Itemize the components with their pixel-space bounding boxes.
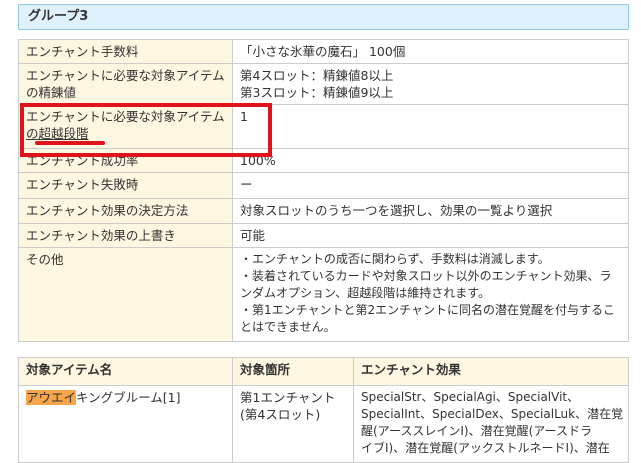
enchant-info-table: エンチャント手数料 「小さな氷華の魔石」 100個 エンチャントに必要な対象アイ… [18, 39, 629, 342]
table-row: エンチャント効果の決定方法 対象スロットのうち一つを選択し、効果の一覧より選択 [18, 198, 629, 224]
item-location-cell: 第1エンチャント (第4スロット) [232, 385, 354, 463]
table-row: エンチャント失敗時 ー [18, 172, 629, 199]
row-value-fee: 「小さな氷華の魔石」 100個 [232, 39, 629, 64]
row-value-other: ・エンチャントの成否に関わらず、手数料は消滅します。 ・装着されているカードや対… [232, 247, 629, 342]
row-label-overwrite: エンチャント効果の上書き [18, 223, 233, 248]
column-header-item-name: 対象アイテム名 [18, 357, 233, 386]
item-name-cell: アウエイキングブルーム[1] [18, 385, 233, 463]
search-highlight: アウエイ [26, 390, 77, 405]
item-name[interactable]: キングブルーム[1] [76, 390, 180, 405]
row-value-failure: ー [232, 172, 629, 199]
table-row: エンチャント手数料 「小さな氷華の魔石」 100個 [18, 39, 629, 64]
annotation-red-underline [35, 141, 105, 145]
item-effects-cell: SpecialStr、SpecialAgi、SpecialVit、 Specia… [353, 385, 629, 463]
row-label-fee: エンチャント手数料 [18, 39, 233, 64]
row-label-failure: エンチャント失敗時 [18, 172, 233, 199]
column-header-location: 対象箇所 [232, 357, 354, 386]
row-value-success: 100% [232, 148, 629, 173]
row-value-refine: 第4スロット：精錬値8以上 第3スロット：精錬値9以上 [232, 63, 629, 105]
transcend-link[interactable]: の超越段階 [26, 125, 226, 142]
row-label-method: エンチャント効果の決定方法 [18, 198, 233, 224]
table-row: エンチャント成功率 100% [18, 148, 629, 173]
row-label-other: その他 [18, 247, 233, 342]
row-value-transcend: 1 [232, 104, 629, 149]
row-value-overwrite: 可能 [232, 223, 629, 248]
table-row: その他 ・エンチャントの成否に関わらず、手数料は消滅します。 ・装着されているカ… [18, 247, 629, 342]
table-row: アウエイキングブルーム[1] 第1エンチャント (第4スロット) Special… [18, 385, 629, 463]
row-value-method: 対象スロットのうち一つを選択し、効果の一覧より選択 [232, 198, 629, 224]
table-row: エンチャントに必要な対象アイテム の超越段階 1 [18, 104, 629, 149]
group-title: グループ3 [18, 4, 629, 30]
row-label-success: エンチャント成功率 [18, 148, 233, 173]
table-row: エンチャントに必要な対象アイテム の精錬値 第4スロット：精錬値8以上 第3スロ… [18, 63, 629, 105]
target-items-table: 対象アイテム名 対象箇所 エンチャント効果 アウエイキングブルーム[1] 第1エ… [18, 357, 629, 463]
table-header-row: 対象アイテム名 対象箇所 エンチャント効果 [18, 357, 629, 386]
table-row: エンチャント効果の上書き 可能 [18, 223, 629, 248]
row-label-refine: エンチャントに必要な対象アイテム の精錬値 [18, 63, 233, 105]
column-header-effect: エンチャント効果 [353, 357, 629, 386]
